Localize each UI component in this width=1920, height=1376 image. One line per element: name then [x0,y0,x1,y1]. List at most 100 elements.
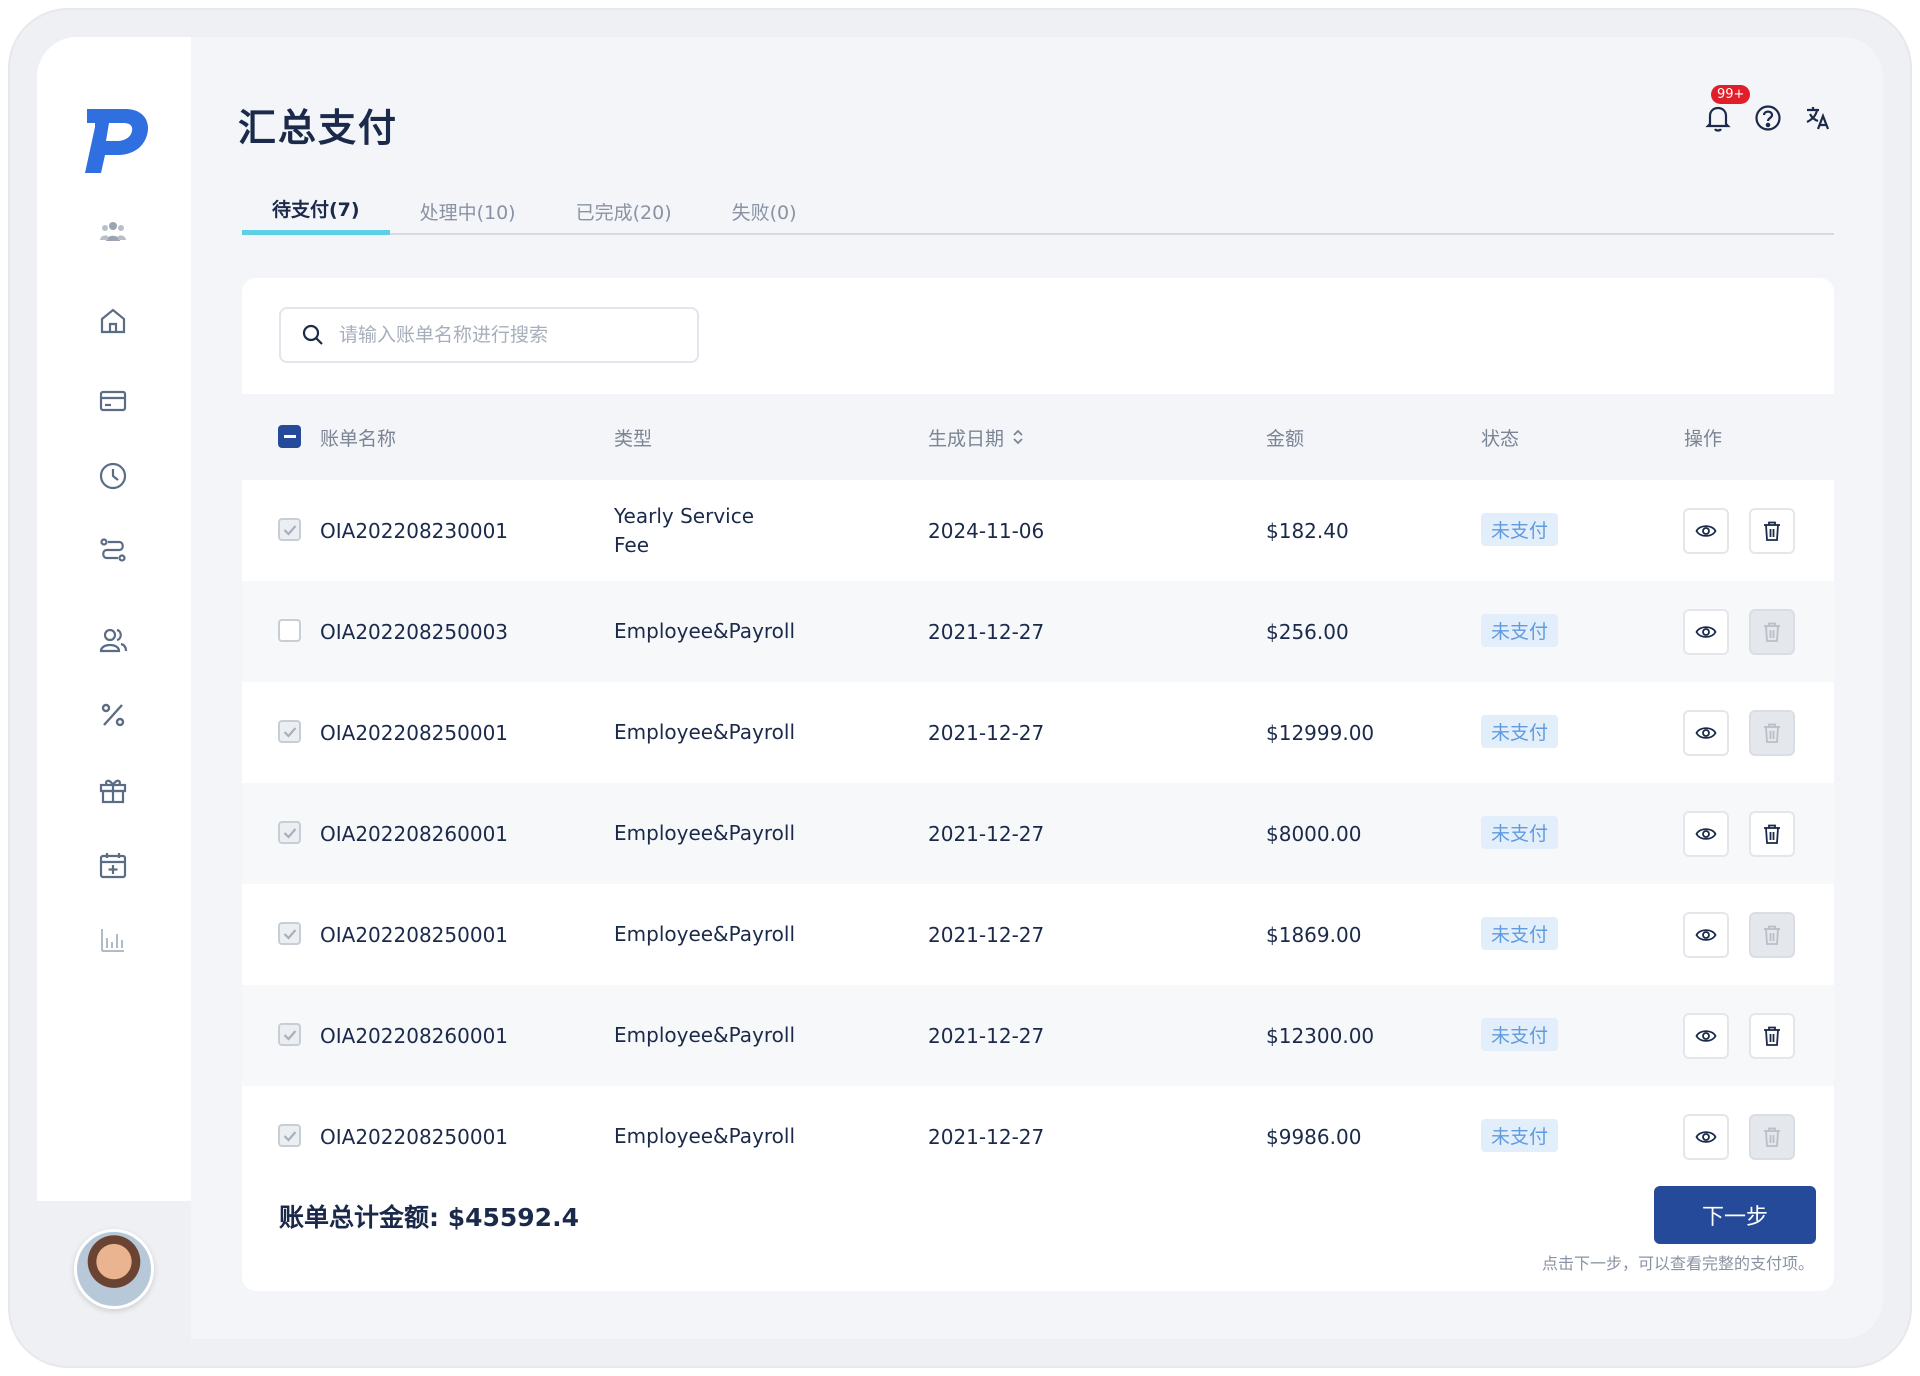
column-header-type: 类型 [614,427,653,450]
check-icon [283,1130,297,1142]
bill-amount: $8000.00 [1266,821,1362,846]
bill-type: Employee&Payroll [614,1023,796,1047]
status-badge: 未支付 [1481,614,1559,647]
percent-icon[interactable] [95,697,131,733]
row-checkbox[interactable] [278,1124,301,1147]
sort-icon[interactable] [1012,428,1024,446]
check-icon [283,928,297,940]
eye-icon [1695,1129,1717,1145]
tab-processing[interactable]: 处理中(10) [390,187,546,235]
status-badge: 未支付 [1481,1018,1559,1051]
total-amount: 账单总计金额: $45592.4 [279,1203,579,1232]
tab-pending[interactable]: 待支付(7) [242,187,390,235]
bell-icon[interactable]: 99+ [1703,85,1751,133]
view-button[interactable] [1683,811,1729,857]
status-badge: 未支付 [1481,1119,1559,1152]
row-checkbox[interactable] [278,922,301,945]
gift-icon[interactable] [95,772,131,808]
row-checkbox[interactable] [278,1023,301,1046]
status-badge: 未支付 [1481,816,1559,849]
next-step-hint: 点击下一步，可以查看完整的支付项。 [1541,1254,1814,1273]
eye-icon [1695,927,1717,943]
table-row: OIA202208230001 Yearly Service Fee 2024-11… [242,480,1834,581]
bar-chart-icon[interactable] [95,922,131,958]
trash-icon [1763,723,1781,743]
translate-icon[interactable] [1803,103,1833,133]
route-icon[interactable] [95,532,131,568]
row-checkbox[interactable] [278,619,301,642]
table-row: OIA202208250001 Employee&Payroll 2021-12-2… [242,884,1834,985]
eye-icon [1695,624,1717,640]
view-button[interactable] [1683,609,1729,655]
eye-icon [1695,725,1717,741]
table-row: OIA202208250001 Employee&Payroll 2021-12-2… [242,682,1834,783]
clock-icon[interactable] [95,458,131,494]
table-row: OIA202208250001 Employee&Payroll 2021-12-2… [242,1086,1834,1187]
sidebar [37,37,191,1339]
users-icon[interactable] [95,622,131,658]
bill-date: 2021-12-27 [928,1124,1045,1149]
bill-name: OIA202208250001 [320,922,509,947]
bill-amount: $182.40 [1266,518,1349,543]
delete-button [1749,1114,1795,1160]
home-icon[interactable] [95,303,131,339]
bill-name: OIA202208260001 [320,821,509,846]
help-icon[interactable] [1753,103,1783,133]
bill-date: 2021-12-27 [928,619,1045,644]
logo-icon [85,109,149,173]
delete-button[interactable] [1749,1013,1795,1059]
bill-amount: $1869.00 [1266,922,1362,947]
view-button[interactable] [1683,1013,1729,1059]
search-box [279,307,699,363]
bill-type: Employee&Payroll [614,1124,796,1148]
row-checkbox[interactable] [278,518,301,541]
table-row: OIA202208260001 Employee&Payroll 2021-12-2… [242,783,1834,884]
bill-name: OIA202208260001 [320,1023,509,1048]
bill-amount: $12999.00 [1266,720,1375,745]
row-checkbox[interactable] [278,821,301,844]
eye-icon [1695,1028,1717,1044]
row-checkbox[interactable] [278,720,301,743]
avatar[interactable] [74,1229,154,1309]
trash-icon [1763,824,1781,844]
view-button[interactable] [1683,710,1729,756]
minus-icon [283,434,296,438]
tab-failed[interactable]: 失败(0) [702,187,827,235]
next-step-button[interactable]: 下一步 [1654,1186,1816,1244]
bill-type: Employee&Payroll [614,821,796,845]
view-button[interactable] [1683,1114,1729,1160]
column-header-date[interactable]: 生成日期 [928,394,1024,480]
column-header-date-label: 生成日期 [928,427,1005,450]
column-header-amount: 金额 [1266,427,1305,450]
column-header-name: 账单名称 [320,427,397,450]
tab-completed[interactable]: 已完成(20) [546,187,702,235]
bill-type: Employee&Payroll [614,720,796,744]
notification-badge: 99+ [1711,85,1751,104]
view-button[interactable] [1683,912,1729,958]
trash-icon [1763,1127,1781,1147]
table-row: OIA202208250003 Employee&Payroll 2021-12-2… [242,581,1834,682]
bills-card: 账单名称 类型 生成日期 金额 状态 操作 OIA202208230001 Yea… [242,278,1834,1291]
view-button[interactable] [1683,508,1729,554]
trash-icon [1763,925,1781,945]
bill-amount: $12300.00 [1266,1023,1375,1048]
bill-name: OIA202208250001 [320,1124,509,1149]
delete-button[interactable] [1749,508,1795,554]
team-icon[interactable] [95,213,131,249]
calendar-add-icon[interactable] [95,847,131,883]
bill-date: 2021-12-27 [928,720,1045,745]
delete-button [1749,912,1795,958]
bill-date: 2024-11-06 [928,518,1045,543]
search-input[interactable] [339,324,669,346]
select-all-checkbox[interactable] [278,425,301,448]
bill-date: 2021-12-27 [928,1023,1045,1048]
delete-button [1749,609,1795,655]
eye-icon [1695,826,1717,842]
bill-date: 2021-12-27 [928,922,1045,947]
app-window: 汇总支付 99+ 待支付(7) 处理中(10) 已完成(20) 失败(0) 请输… [37,37,1883,1339]
card-icon[interactable] [95,383,131,419]
delete-button[interactable] [1749,811,1795,857]
page-title: 汇总支付 [238,106,399,150]
column-header-status: 状态 [1481,427,1520,450]
check-icon [283,524,297,536]
